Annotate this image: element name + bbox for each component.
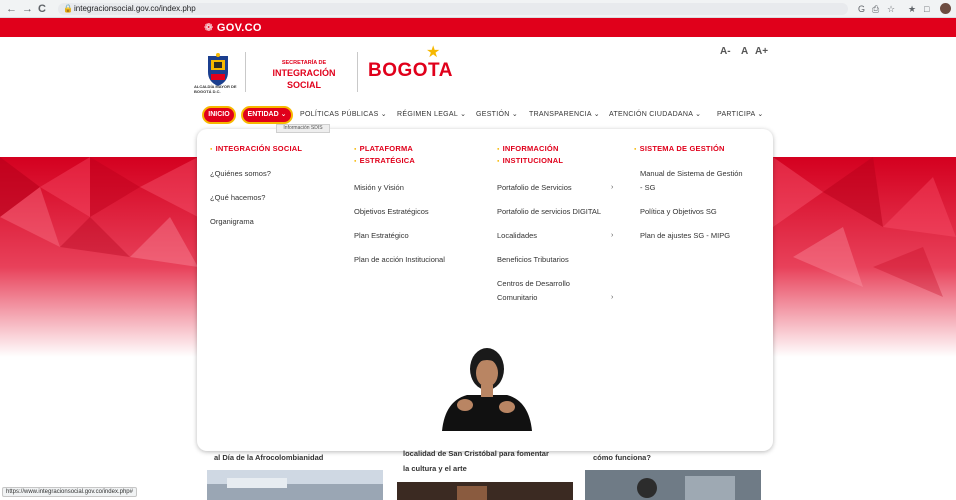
alcaldia-label: ALCALDÍA MAYOR DE BOGOTÁ D.C.	[194, 84, 237, 94]
menu-link-centros-desarrollo[interactable]: Centros de Desarrollo	[497, 277, 570, 290]
nav-atencion-ciudadana[interactable]: ATENCIÓN CIUDADANA ⌄	[609, 110, 701, 120]
menu-link-plan-ajustes-sg[interactable]: Plan de ajustes SG - MIPG	[640, 229, 730, 242]
gov-co-bar: ❁ GOV.CO	[0, 18, 956, 37]
menu-column-title: SISTEMA DE GESTIÓN	[634, 143, 725, 155]
extensions-icon[interactable]: ★	[908, 3, 916, 15]
hero-pattern-left	[0, 157, 198, 357]
menu-column-title-line2: INSTITUCIONAL	[497, 155, 563, 167]
forward-icon[interactable]: →	[22, 2, 33, 16]
menu-column-title: INFORMACIÓN	[497, 143, 563, 155]
browser-toolbar: ← → C 🔒 integracionsocial.gov.co/index.p…	[0, 0, 956, 18]
news-card-title-line2[interactable]: la cultura y el arte	[403, 462, 467, 475]
menu-link-centros-desarrollo-line2[interactable]: Comunitario	[497, 291, 537, 304]
menu-column-informacion-institucional: INFORMACIÓN INSTITUCIONAL	[497, 143, 563, 167]
gov-co-seal-icon: ❁	[204, 22, 214, 34]
news-card-image[interactable]	[207, 470, 383, 500]
menu-column-title-text: INSTITUCIONAL	[502, 156, 564, 166]
share-icon[interactable]: ⎙	[872, 3, 879, 15]
menu-link-beneficios-tributarios[interactable]: Beneficios Tributarios	[497, 253, 569, 266]
news-card-title[interactable]: localidad de San Cristóbal para fomentar	[403, 447, 549, 460]
sidepanel-icon[interactable]: □	[924, 3, 929, 15]
menu-link-plan-accion[interactable]: Plan de acción Institucional	[354, 253, 445, 266]
font-increase-button[interactable]: A+	[755, 45, 768, 59]
news-card-title[interactable]: cómo funciona?	[593, 451, 651, 464]
nav-transparencia[interactable]: TRANSPARENCIA ⌄	[529, 110, 600, 120]
menu-column-title: INTEGRACIÓN SOCIAL	[210, 143, 302, 155]
news-card-image[interactable]	[397, 482, 573, 500]
menu-link-organigrama[interactable]: Organigrama	[210, 215, 254, 228]
google-icon[interactable]: G	[858, 3, 865, 15]
chevron-right-icon: ›	[611, 184, 614, 191]
nav-inicio[interactable]: INICIO	[202, 106, 236, 124]
menu-link-objetivos-estrategicos[interactable]: Objetivos Estratégicos	[354, 205, 429, 218]
menu-link-localidades[interactable]: Localidades	[497, 229, 537, 242]
menu-column-integracion-social: INTEGRACIÓN SOCIAL	[210, 143, 302, 155]
menu-column-title-line2: ESTRATÉGICA	[354, 155, 415, 167]
profile-avatar[interactable]	[940, 3, 951, 14]
menu-link-manual-sg-line2[interactable]: - SG	[640, 181, 655, 194]
nav-regimen-legal[interactable]: RÉGIMEN LEGAL ⌄	[397, 110, 466, 120]
gov-co-logo[interactable]: ❁ GOV.CO	[204, 21, 262, 35]
chevron-right-icon: ›	[611, 294, 614, 301]
main-navigation: INICIO ENTIDAD ⌄ POLÍTICAS PÚBLICAS ⌄ RÉ…	[198, 106, 773, 126]
browser-status-url: https://www.integracionsocial.gov.co/ind…	[2, 487, 137, 497]
menu-link-politica-objetivos-sg[interactable]: Política y Objetivos SG	[640, 205, 717, 218]
back-icon[interactable]: ←	[6, 2, 17, 16]
menu-column-title: PLATAFORMA	[354, 143, 415, 155]
sdis-logo-line2: INTEGRACIÓN SOCIAL	[272, 68, 336, 90]
chevron-right-icon: ›	[611, 232, 614, 239]
nav-entidad[interactable]: ENTIDAD ⌄	[241, 106, 293, 124]
url-text: integracionsocial.gov.co/index.php	[74, 4, 196, 13]
bogota-logo-text: BOGOTA	[368, 60, 453, 81]
star-icon: ★	[426, 44, 441, 61]
hero-pattern-right	[773, 157, 956, 357]
menu-column-sistema-gestion: SISTEMA DE GESTIÓN	[634, 143, 725, 155]
lock-icon: 🔒	[63, 4, 73, 13]
font-reset-button[interactable]: A	[741, 45, 748, 59]
menu-link-portafolio-digital[interactable]: Portafolio de servicios DIGITAL	[497, 205, 601, 218]
news-card-title[interactable]: al Día de la Afrocolombianidad	[214, 451, 323, 464]
page-root: ← → C 🔒 integracionsocial.gov.co/index.p…	[0, 0, 956, 500]
font-decrease-button[interactable]: A-	[720, 45, 731, 59]
bookmark-star-icon[interactable]: ☆	[887, 3, 895, 15]
header-divider	[245, 52, 246, 92]
nav-participa[interactable]: PARTICIPA ⌄	[717, 110, 764, 120]
menu-column-title-text: ESTRATÉGICA	[359, 156, 416, 166]
menu-link-manual-sg[interactable]: Manual de Sistema de Gestión	[640, 167, 743, 180]
menu-link-mision-vision[interactable]: Misión y Visión	[354, 181, 404, 194]
menu-link-portafolio-servicios[interactable]: Portafolio de Servicios	[497, 181, 572, 194]
gov-co-logo-text: GOV.CO	[216, 22, 262, 34]
menu-link-quienes-somos[interactable]: ¿Quiénes somos?	[210, 167, 271, 180]
address-bar[interactable]: 🔒 integracionsocial.gov.co/index.php	[58, 3, 848, 15]
menu-link-que-hacemos[interactable]: ¿Qué hacemos?	[210, 191, 265, 204]
nav-politicas-publicas[interactable]: POLÍTICAS PÚBLICAS ⌄	[300, 110, 387, 120]
menu-column-plataforma-estrategica: PLATAFORMA ESTRATÉGICA	[354, 143, 415, 167]
nav-gestion[interactable]: GESTIÓN ⌄	[476, 110, 518, 120]
entidad-tooltip: Información SDIS	[276, 124, 330, 133]
menu-link-plan-estrategico[interactable]: Plan Estratégico	[354, 229, 409, 242]
sdis-logo-line1: SECRETARÍA DE	[281, 60, 327, 66]
sign-language-interpreter-image	[442, 348, 532, 431]
header-divider	[357, 52, 358, 92]
reload-icon[interactable]: C	[38, 2, 46, 16]
news-card-image[interactable]	[585, 470, 761, 500]
